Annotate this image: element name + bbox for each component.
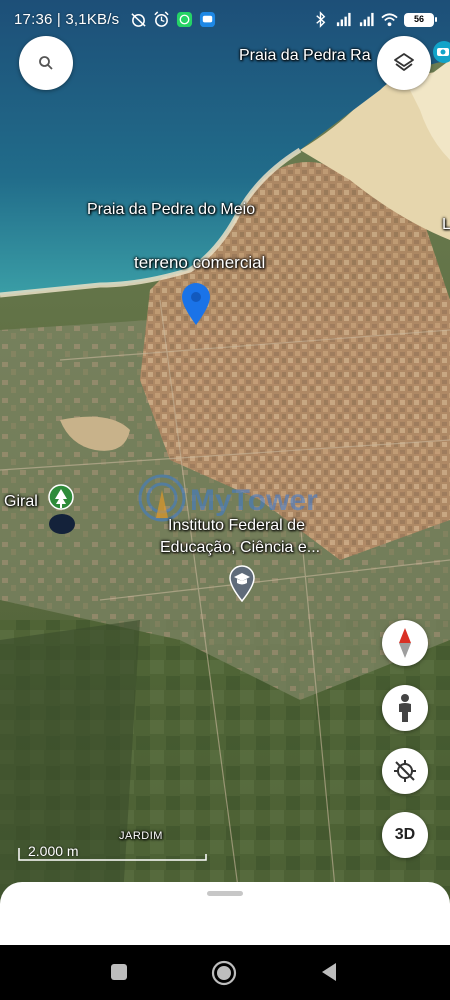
school-pin-icon[interactable] xyxy=(228,564,256,602)
wifi-icon xyxy=(381,13,398,27)
label-institute-line2[interactable]: Educação, Ciência e... xyxy=(160,539,320,557)
compass-icon xyxy=(399,628,411,658)
tilt-reset-icon xyxy=(394,760,416,782)
navigation-bar xyxy=(0,945,450,1000)
alarm-icon xyxy=(154,11,169,27)
status-time: 17:36 | 3,1KB/s xyxy=(14,11,119,28)
scale-text: 2.000 m xyxy=(28,843,79,859)
whatsapp-icon xyxy=(176,11,193,28)
layers-icon xyxy=(394,53,414,71)
alarm-off-icon xyxy=(131,13,146,27)
bottom-sheet[interactable] xyxy=(0,882,450,950)
park-tree-icon[interactable] xyxy=(48,484,74,514)
street-view-button[interactable] xyxy=(382,685,428,731)
search-icon xyxy=(39,56,53,70)
label-praia-pedra-do-meio[interactable]: Praia da Pedra do Meio xyxy=(87,201,255,219)
label-giral[interactable]: Giral xyxy=(4,493,38,511)
label-praia-pedra-ra[interactable]: Praia da Pedra Ra xyxy=(239,47,371,65)
clock-text: 17:36 xyxy=(14,11,53,28)
map-layers-button[interactable] xyxy=(377,36,431,90)
message-icon xyxy=(199,11,216,28)
recents-button-icon[interactable] xyxy=(110,963,128,981)
label-edge-letter: L xyxy=(442,216,450,233)
3d-label: 3D xyxy=(394,826,416,843)
3d-toggle-button[interactable]: 3D xyxy=(382,812,428,858)
network-speed: | 3,1KB/s xyxy=(56,11,120,28)
label-terreno-comercial[interactable]: terreno comercial xyxy=(134,253,265,273)
reset-orientation-button[interactable] xyxy=(382,748,428,794)
signal-2-icon xyxy=(359,12,374,27)
status-bar: 17:36 | 3,1KB/s 56 xyxy=(0,0,450,40)
battery-icon: 56 xyxy=(404,12,437,27)
back-button-icon[interactable] xyxy=(320,962,338,982)
compass-button[interactable] xyxy=(382,620,428,666)
photo-spot-icon[interactable] xyxy=(432,40,450,64)
label-institute-line1[interactable]: Instituto Federal de xyxy=(168,517,305,535)
svg-text:MyTower: MyTower xyxy=(190,484,318,517)
scale-bar: 2.000 m xyxy=(18,843,208,867)
sheet-drag-handle[interactable] xyxy=(207,891,243,896)
signal-icon xyxy=(336,12,351,27)
satellite-map[interactable]: Praia da Pedra Ra Praia da Pedra do Meio… xyxy=(0,0,450,945)
label-jardim[interactable]: JARDIM xyxy=(119,830,163,842)
search-button[interactable] xyxy=(19,36,73,90)
home-button-icon[interactable] xyxy=(211,960,237,986)
bluetooth-icon xyxy=(316,11,326,28)
location-pin-icon[interactable] xyxy=(178,280,214,326)
pegman-icon xyxy=(399,694,411,722)
